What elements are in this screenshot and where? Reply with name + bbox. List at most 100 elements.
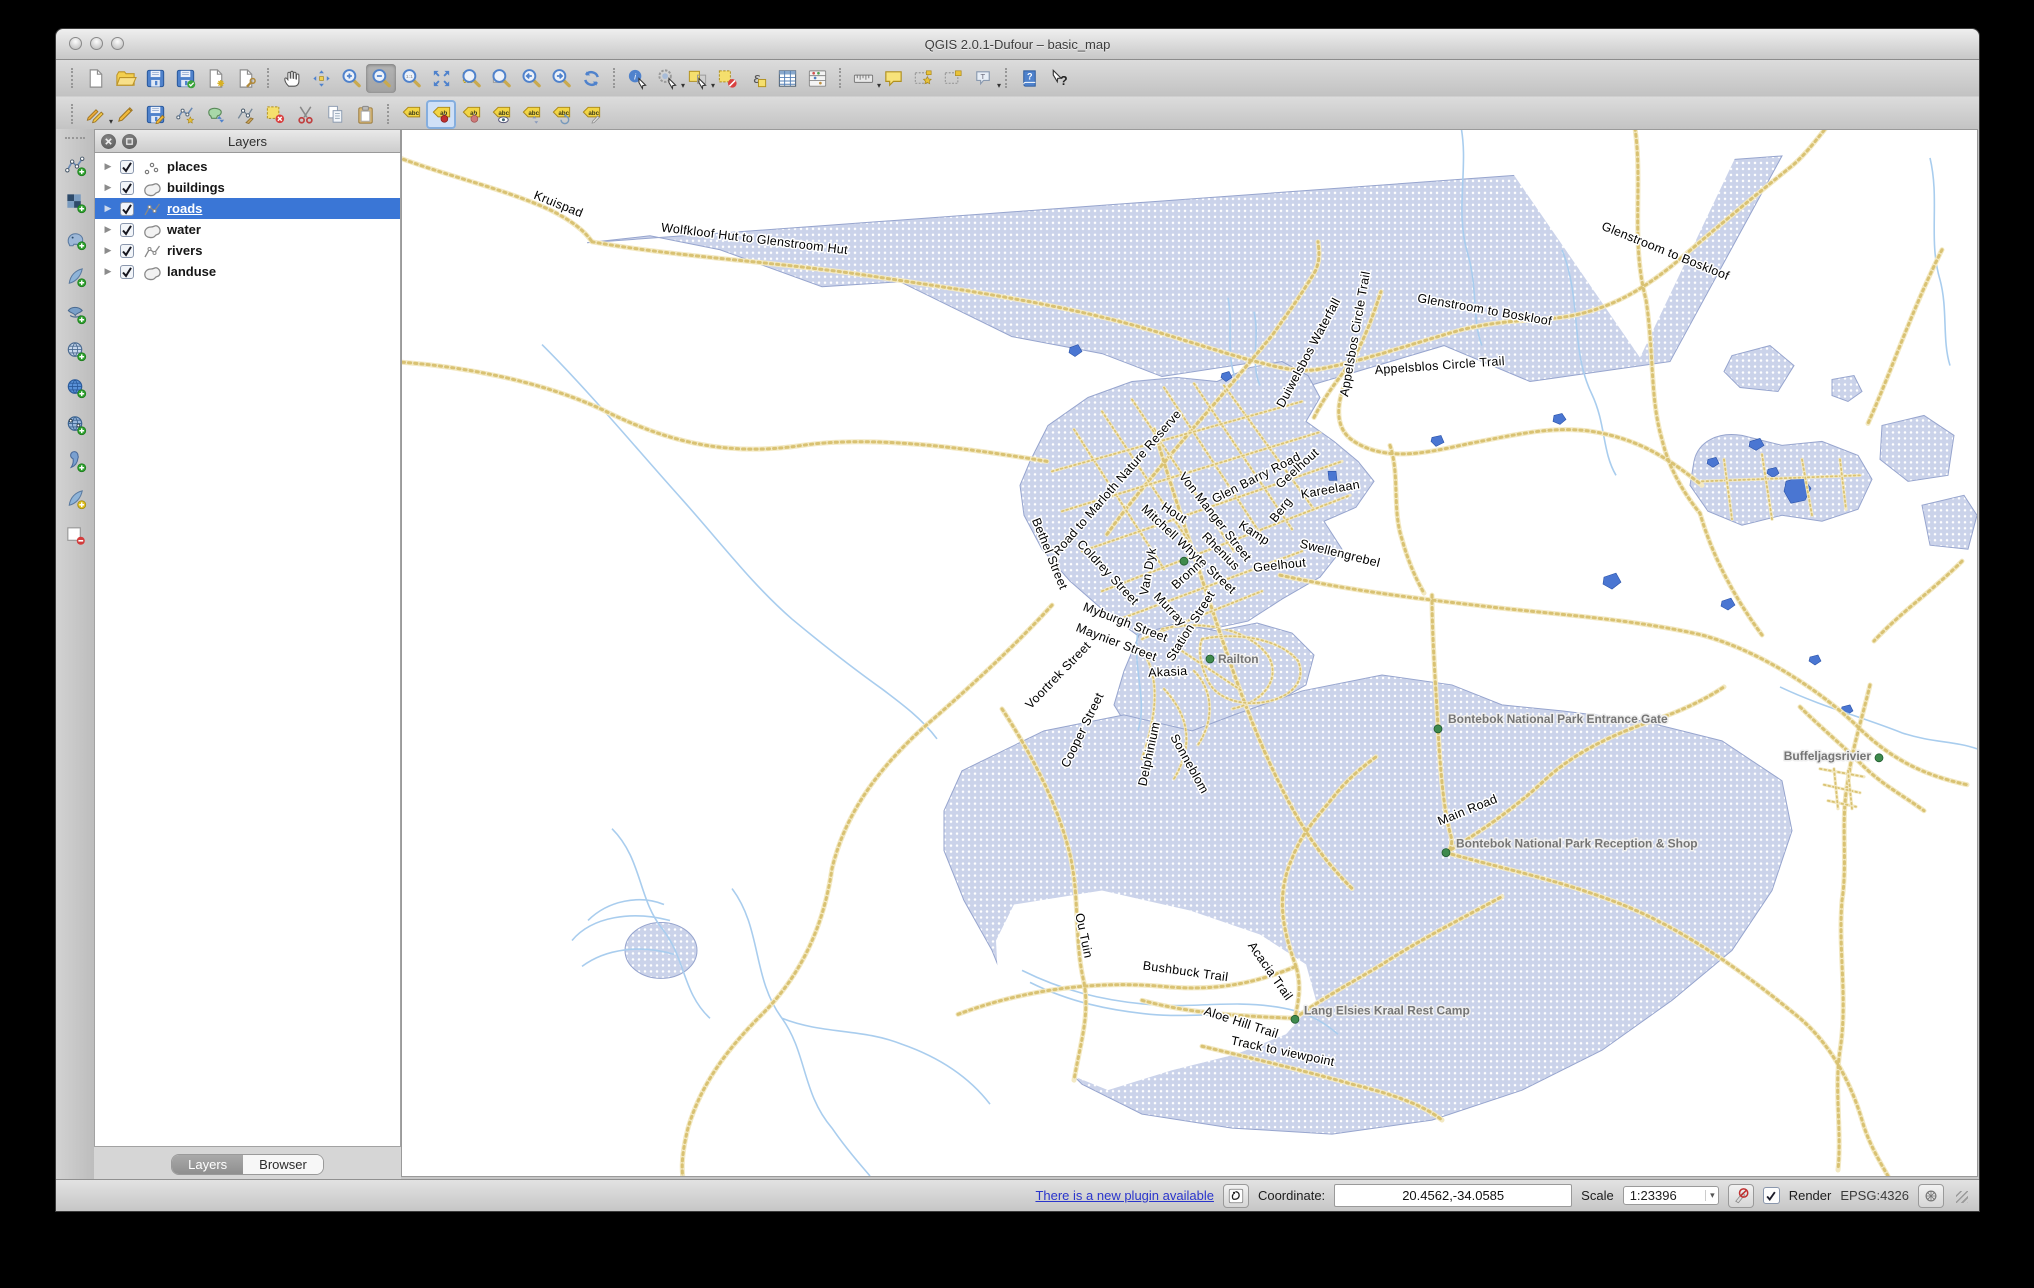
run-feature-action-button[interactable]	[652, 64, 682, 93]
toolbar-separator	[387, 104, 389, 124]
expander-icon[interactable]: ▶	[102, 182, 114, 193]
scale-combo[interactable]: 1:23396 ▾	[1623, 1186, 1719, 1205]
pin-unpin-labels-button[interactable]: ab	[426, 100, 456, 129]
zoom-in-button[interactable]	[336, 64, 366, 93]
add-wms-layer-button[interactable]	[60, 374, 90, 400]
layer-item-buildings[interactable]: ▶buildings	[95, 177, 400, 198]
select-by-expression-icon: ε	[746, 67, 769, 90]
plugin-manager-button[interactable]	[1223, 1184, 1249, 1208]
node-tool-button[interactable]	[230, 100, 260, 129]
add-feature-button[interactable]	[170, 100, 200, 129]
expander-icon[interactable]: ▶	[102, 245, 114, 256]
remove-layer-button[interactable]	[60, 522, 90, 548]
layer-checkbox[interactable]	[119, 201, 135, 217]
refresh-button[interactable]	[576, 64, 606, 93]
change-label-button[interactable]: abc	[576, 100, 606, 129]
help-contents-button[interactable]: ?	[1014, 64, 1044, 93]
cut-features-button[interactable]	[290, 100, 320, 129]
toggle-editing-button[interactable]	[110, 100, 140, 129]
expander-icon[interactable]: ▶	[102, 224, 114, 235]
node-tool-icon	[234, 103, 257, 126]
delete-selected-button[interactable]	[260, 100, 290, 129]
show-bookmarks-button[interactable]	[938, 64, 968, 93]
toolbar-grip	[65, 137, 85, 139]
deselect-all-button[interactable]	[712, 64, 742, 93]
select-rectangle-button[interactable]	[682, 64, 712, 93]
zoom-last-button[interactable]	[516, 64, 546, 93]
highlight-pinned-labels-button[interactable]: ab	[456, 100, 486, 129]
measure-line-button[interactable]	[848, 64, 878, 93]
layer-checkbox[interactable]	[119, 264, 135, 280]
zoom-to-layer-button[interactable]	[486, 64, 516, 93]
expander-icon[interactable]: ▶	[102, 266, 114, 277]
field-calculator-button[interactable]	[802, 64, 832, 93]
stop-render-button[interactable]	[1728, 1184, 1754, 1208]
add-mssql-layer-button[interactable]	[60, 300, 90, 326]
save-layer-edits-button[interactable]	[140, 100, 170, 129]
new-spatialite-layer-button[interactable]	[60, 485, 90, 511]
labeling-options-button[interactable]: abc	[396, 100, 426, 129]
open-attribute-table-button[interactable]	[772, 64, 802, 93]
layer-checkbox[interactable]	[119, 159, 135, 175]
copy-features-button[interactable]	[320, 100, 350, 129]
add-delimited-text-layer-button[interactable]	[60, 448, 90, 474]
whats-this-button[interactable]: ?	[1044, 64, 1074, 93]
composer-manager-button[interactable]	[230, 64, 260, 93]
add-oracle-layer-button[interactable]	[60, 337, 90, 363]
layer-checkbox[interactable]	[119, 180, 135, 196]
coordinate-input[interactable]	[1334, 1184, 1572, 1207]
tab-layers[interactable]: Layers	[172, 1155, 243, 1174]
close-window-button[interactable]	[69, 37, 82, 50]
status-bar: There is a new plugin available Coordina…	[56, 1179, 1979, 1211]
new-project-button[interactable]	[80, 64, 110, 93]
zoom-next-button[interactable]	[546, 64, 576, 93]
map-canvas[interactable]: KruispadWolfkloof Hut to Glenstroom HutG…	[401, 129, 1978, 1177]
tab-browser[interactable]: Browser	[243, 1155, 323, 1174]
zoom-native-icon: 1:1	[400, 67, 423, 90]
identify-features-button[interactable]: i	[622, 64, 652, 93]
text-annotation-button[interactable]: T	[968, 64, 998, 93]
new-bookmark-button[interactable]	[908, 64, 938, 93]
expander-icon[interactable]: ▶	[102, 161, 114, 172]
layer-checkbox[interactable]	[119, 243, 135, 259]
open-project-button[interactable]	[110, 64, 140, 93]
layer-item-roads[interactable]: ▶roads	[95, 198, 400, 219]
layer-checkbox[interactable]	[119, 222, 135, 238]
show-hide-labels-button[interactable]: abc	[486, 100, 516, 129]
zoom-full-button[interactable]	[426, 64, 456, 93]
zoom-out-button[interactable]	[366, 64, 396, 93]
add-postgis-layer-button[interactable]	[60, 226, 90, 252]
expander-icon[interactable]: ▶	[102, 203, 114, 214]
add-raster-layer-button[interactable]	[60, 189, 90, 215]
current-edits-button[interactable]	[80, 100, 110, 129]
zoom-native-button[interactable]: 1:1	[396, 64, 426, 93]
pan-map-button[interactable]	[276, 64, 306, 93]
rotate-label-button[interactable]: abc	[546, 100, 576, 129]
add-wfs-layer-button[interactable]	[60, 411, 90, 437]
new-print-composer-button[interactable]	[200, 64, 230, 93]
layers-panel-header[interactable]: Layers	[94, 129, 401, 153]
zoom-window-button[interactable]	[111, 37, 124, 50]
minimize-window-button[interactable]	[90, 37, 103, 50]
save-project-button[interactable]	[140, 64, 170, 93]
save-project-as-button[interactable]	[170, 64, 200, 93]
layer-symbol-line-icon	[140, 200, 162, 218]
pan-to-selection-button[interactable]	[306, 64, 336, 93]
titlebar[interactable]: QGIS 2.0.1-Dufour – basic_map	[56, 29, 1979, 60]
move-label-button[interactable]: abc	[516, 100, 546, 129]
select-by-expression-button[interactable]: ε	[742, 64, 772, 93]
move-feature-button[interactable]	[200, 100, 230, 129]
add-spatialite-layer-button[interactable]	[60, 263, 90, 289]
layer-item-places[interactable]: ▶places	[95, 156, 400, 177]
plugin-available-link[interactable]: There is a new plugin available	[1035, 1188, 1214, 1203]
layer-item-landuse[interactable]: ▶landuse	[95, 261, 400, 282]
crs-status-button[interactable]	[1918, 1184, 1944, 1208]
render-checkbox[interactable]	[1763, 1187, 1780, 1204]
zoom-to-selection-button[interactable]	[456, 64, 486, 93]
resize-grip[interactable]	[1953, 1188, 1969, 1204]
layer-item-water[interactable]: ▶water	[95, 219, 400, 240]
layer-item-rivers[interactable]: ▶rivers	[95, 240, 400, 261]
map-tips-button[interactable]	[878, 64, 908, 93]
add-vector-layer-button[interactable]	[60, 152, 90, 178]
paste-features-button[interactable]	[350, 100, 380, 129]
